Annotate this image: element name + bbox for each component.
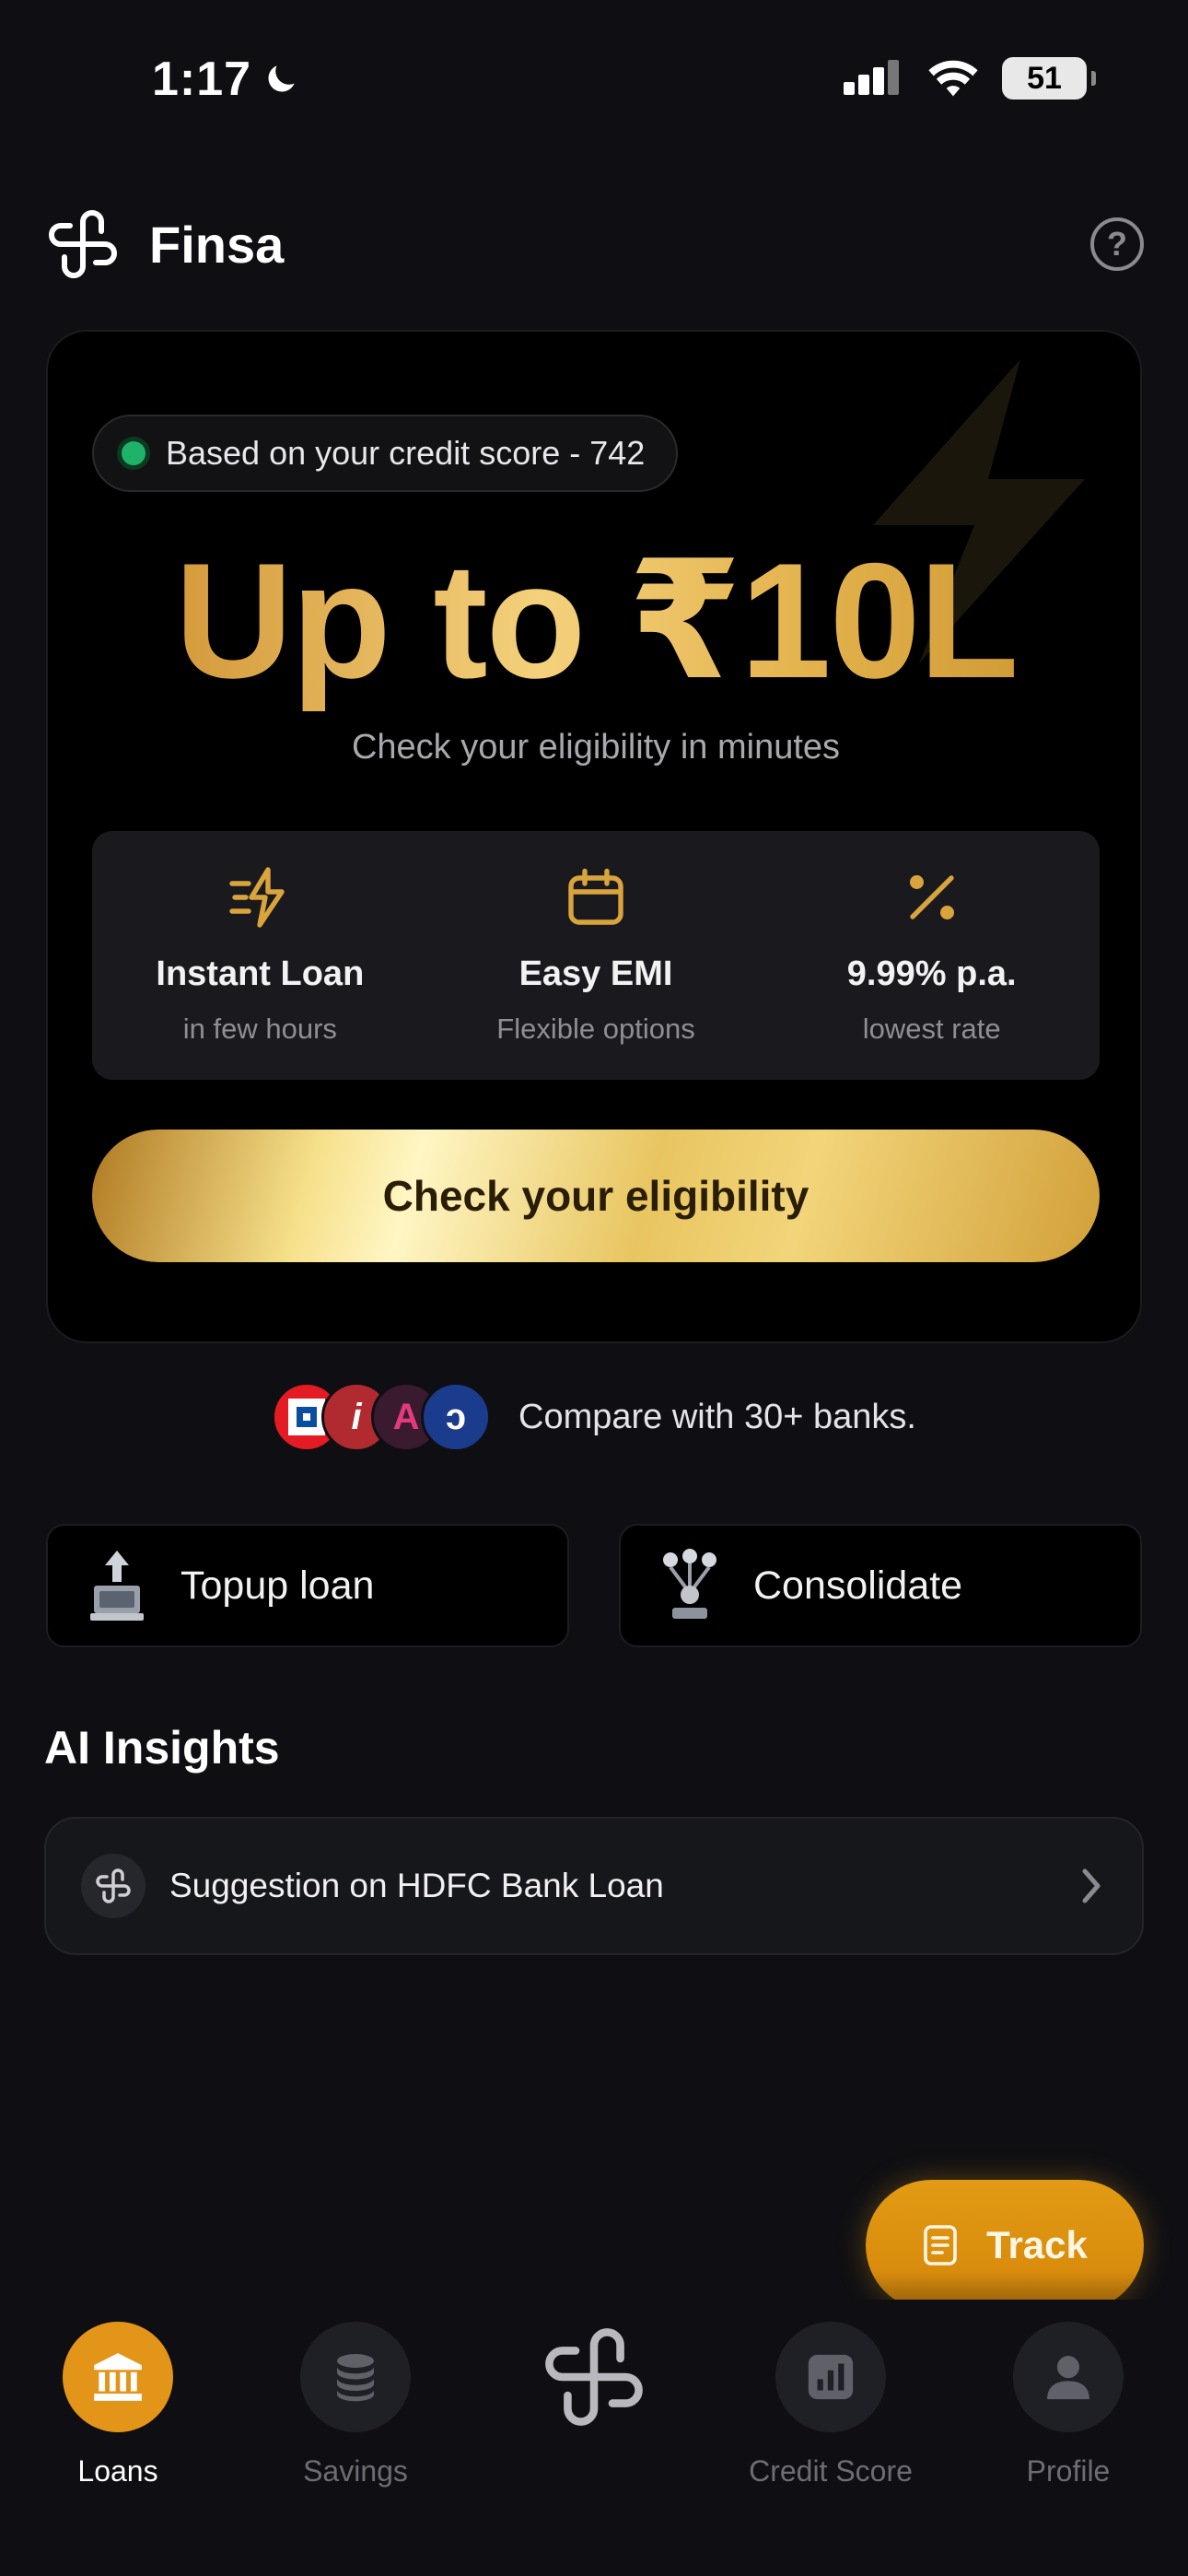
check-eligibility-button[interactable]: Check your eligibility (92, 1130, 1100, 1262)
track-button[interactable]: Track (866, 2180, 1144, 2311)
user-icon (1047, 2356, 1089, 2400)
battery-indicator: 51 (1002, 57, 1096, 100)
nav-loans-label: Loans (77, 2454, 158, 2488)
nav-profile[interactable]: Profile (958, 2322, 1179, 2488)
consolidate-button[interactable]: Consolidate (619, 1524, 1142, 1647)
chevron-right-icon (1082, 1868, 1101, 1903)
clock: 1:17 (152, 53, 252, 106)
feature-title: Easy EMI (518, 954, 673, 993)
finsa-small-icon (96, 1868, 131, 1903)
insight-suggestion-item[interactable]: Suggestion on HDFC Bank Loan (44, 1817, 1144, 1955)
compare-banks-text: Compare with 30+ banks. (518, 1397, 916, 1436)
nav-home-logo (539, 2322, 649, 2432)
consolidate-label: Consolidate (753, 1563, 963, 1608)
nav-savings-circle (300, 2322, 411, 2432)
moon-icon (268, 65, 295, 92)
bottom-navigation: Loans Savings Credit Score Profile (0, 2300, 1188, 2576)
nav-credit-score[interactable]: Credit Score (720, 2322, 941, 2488)
feature-subtitle: Flexible options (496, 1013, 695, 1045)
feature-subtitle: in few hours (182, 1013, 337, 1045)
finsa-logo-icon (49, 210, 117, 278)
help-button[interactable]: ? (1090, 217, 1144, 271)
nav-loans[interactable]: Loans (7, 2322, 228, 2488)
loan-offer-card: Based on your credit score - 742 Up to ₹… (46, 330, 1142, 1343)
feature-easy-emi: Easy EMI Flexible options (428, 831, 764, 1080)
wifi-icon (928, 60, 978, 97)
insight-avatar (81, 1854, 146, 1918)
topup-loan-button[interactable]: Topup loan (46, 1524, 569, 1647)
calendar-icon (568, 868, 623, 925)
nav-savings-label: Savings (303, 2454, 408, 2488)
percent-icon (909, 875, 954, 919)
consolidate-icon (663, 1549, 716, 1619)
document-icon (924, 2225, 957, 2266)
feature-instant-loan: Instant Loan in few hours (92, 831, 428, 1080)
compare-banks-row[interactable]: i A ↄ Compare with 30+ banks. (0, 1382, 1188, 1452)
nav-savings[interactable]: Savings (245, 2322, 466, 2488)
battery-level: 51 (1027, 60, 1062, 96)
features-panel: Instant Loan in few hours Easy EMI Flexi… (92, 831, 1100, 1080)
credit-score-pill: Based on your credit score - 742 (92, 415, 679, 492)
nav-credit-label: Credit Score (749, 2454, 913, 2488)
track-label: Track (986, 2223, 1088, 2266)
bank-logos: i A ↄ (272, 1382, 492, 1452)
kotak-logo-icon: ↄ (421, 1382, 492, 1452)
bar-chart-icon (808, 2354, 854, 2400)
status-icons: 51 (844, 57, 1096, 100)
topup-loan-label: Topup loan (181, 1563, 375, 1608)
insight-label: Suggestion on HDFC Bank Loan (169, 1867, 664, 1904)
nav-loans-circle (63, 2322, 173, 2432)
brand-name: Finsa (149, 215, 285, 274)
hero-subtitle: Check your eligibility in minutes (351, 728, 841, 767)
ai-insights-title: AI Insights (44, 1722, 280, 1774)
coins-stack-icon (337, 2354, 374, 2402)
nav-credit-circle (775, 2322, 886, 2432)
brand: Finsa (44, 205, 284, 283)
status-bar: 1:17 51 (0, 0, 1188, 157)
nav-home[interactable] (483, 2322, 705, 2432)
nav-profile-label: Profile (1026, 2454, 1111, 2488)
app-header: Finsa ? (44, 203, 1144, 286)
loan-amount-headline: Up to ₹10L (48, 525, 1140, 716)
help-icon: ? (1107, 225, 1127, 263)
cellular-signal-icon (844, 60, 899, 95)
credit-score-text: Based on your credit score - 742 (166, 434, 646, 472)
quick-actions: Topup loan Consolidate (46, 1524, 1142, 1647)
topup-upload-icon (90, 1551, 144, 1621)
nav-profile-circle (1013, 2322, 1124, 2432)
feature-title: 9.99% p.a. (846, 954, 1017, 993)
feature-title: Instant Loan (156, 954, 365, 993)
status-dot (122, 441, 146, 465)
feature-lowest-rate: 9.99% p.a. lowest rate (763, 831, 1100, 1080)
feature-subtitle: lowest rate (862, 1013, 1001, 1045)
fast-bolt-icon (229, 867, 285, 928)
bank-icon (94, 2353, 142, 2401)
status-time: 1:17 (152, 52, 301, 107)
finsa-center-icon (545, 2328, 643, 2426)
